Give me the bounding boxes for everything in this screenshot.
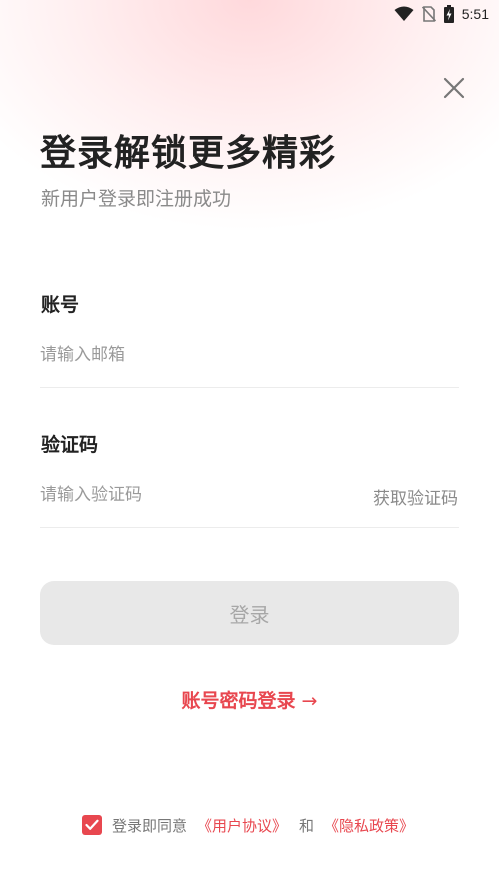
page-title: 登录解锁更多精彩: [40, 133, 337, 174]
wifi-icon: [394, 6, 414, 22]
privacy-policy-link[interactable]: 《隐私政策》: [324, 815, 414, 836]
no-sim-icon: [421, 6, 436, 22]
checkmark-icon: [85, 819, 99, 830]
agreement-row: 登录即同意 《用户协议》 和 《隐私政策》: [82, 813, 414, 837]
status-time: 5:51: [461, 6, 489, 22]
get-code-button[interactable]: 获取验证码: [373, 484, 458, 509]
email-input[interactable]: [40, 338, 420, 372]
arrow-right-icon: →: [301, 690, 318, 712]
verification-code-input[interactable]: [40, 478, 340, 512]
user-agreement-link[interactable]: 《用户协议》: [197, 815, 287, 836]
code-label: 验证码: [41, 434, 99, 456]
close-icon: [443, 77, 465, 99]
page-subtitle: 新用户登录即注册成功: [41, 188, 232, 210]
account-divider: [40, 387, 459, 388]
login-button[interactable]: 登录: [40, 581, 459, 645]
agreement-checkbox[interactable]: [82, 815, 102, 835]
battery-charging-icon: [443, 5, 454, 23]
account-label: 账号: [41, 294, 80, 316]
agreement-prefix: 登录即同意: [112, 816, 188, 835]
status-icons: 5:51: [394, 4, 489, 24]
status-bar: 5:51: [0, 0, 499, 28]
password-login-link[interactable]: 账号密码登录 →: [0, 686, 499, 713]
close-button[interactable]: [440, 74, 468, 102]
agreement-and: 和: [299, 816, 315, 835]
password-login-label: 账号密码登录: [181, 690, 296, 712]
code-divider: [40, 527, 459, 528]
